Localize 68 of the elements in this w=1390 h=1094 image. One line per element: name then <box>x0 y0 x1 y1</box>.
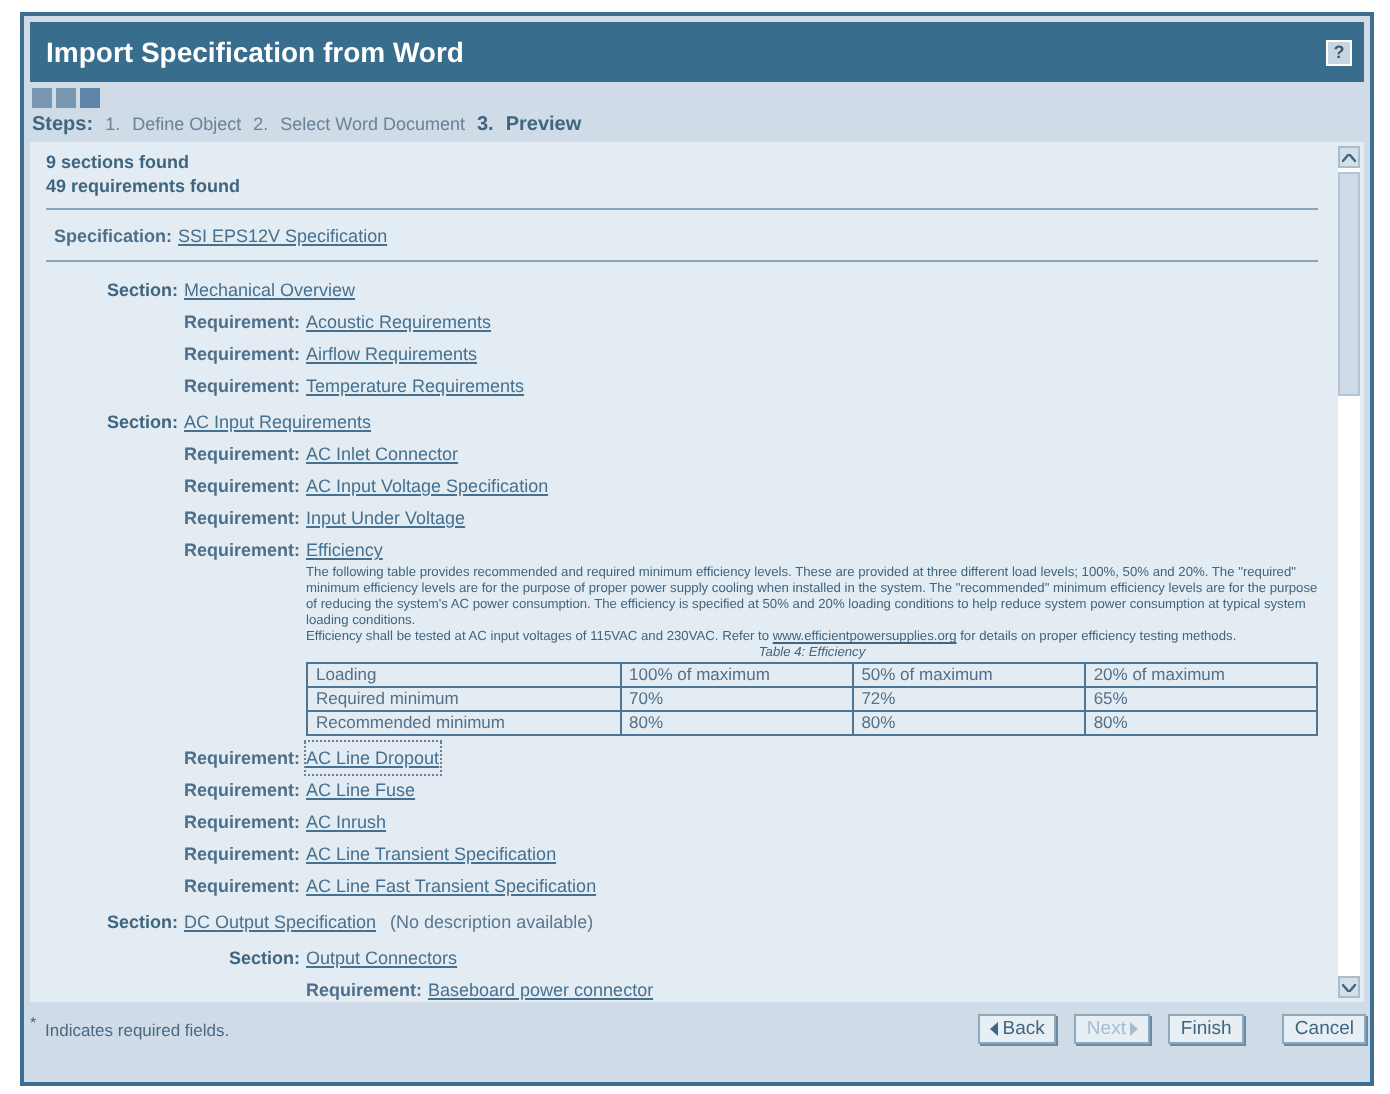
table-cell: Loading <box>307 663 621 687</box>
section-label: Section: <box>226 946 300 972</box>
requirement-label: Requirement: <box>181 778 300 804</box>
table-cell: 100% of maximum <box>620 663 853 687</box>
requirement-link[interactable]: Acoustic Requirements <box>306 306 492 338</box>
requirement-link[interactable]: AC Line Transient Specification <box>306 838 557 870</box>
window-title: Import Specification from Word <box>46 36 464 68</box>
requirement-link[interactable]: AC Line Fuse <box>306 774 416 806</box>
requirement-link[interactable]: Temperature Requirements <box>306 370 525 402</box>
requirement-label: Requirement: <box>181 842 300 868</box>
requirement-label: Requirement: <box>181 442 300 468</box>
section-link[interactable]: Mechanical Overview <box>184 274 356 306</box>
back-button[interactable]: Back <box>978 1014 1057 1044</box>
requirement-label: Requirement: <box>181 538 300 564</box>
requirement-label: Requirement: <box>181 310 300 336</box>
requirement-link[interactable]: AC Line Dropout <box>306 742 440 774</box>
scrollbar[interactable] <box>1338 146 1360 998</box>
right-arrow-icon <box>1129 1022 1138 1036</box>
requirement-label: Requirement: <box>181 810 300 836</box>
section-link[interactable]: Output Connectors <box>306 942 458 974</box>
scroll-thumb[interactable] <box>1338 172 1360 396</box>
requirement-label: Requirement: <box>303 978 422 1002</box>
requirement-label: Requirement: <box>181 374 300 400</box>
section-note: (No description available) <box>390 910 594 936</box>
requirement-link[interactable]: Airflow Requirements <box>306 338 478 370</box>
step-label: Preview <box>505 114 582 136</box>
section-link[interactable]: DC Output Specification <box>184 906 377 938</box>
table-cell: Required minimum <box>307 687 621 711</box>
requirement-link[interactable]: Baseboard power connector <box>428 974 654 1002</box>
summary-text: 49 requirements found <box>46 174 243 198</box>
table-cell: 50% of maximum <box>852 663 1085 687</box>
finish-button[interactable]: Finish <box>1168 1014 1245 1044</box>
requirement-link[interactable]: AC Inrush <box>306 806 387 838</box>
requirement-link[interactable]: AC Input Voltage Specification <box>306 470 549 502</box>
help-button[interactable]: ? <box>1326 39 1352 65</box>
requirement-label: Requirement: <box>181 474 300 500</box>
left-arrow-icon <box>990 1022 999 1036</box>
table-cell: 80% <box>620 711 853 735</box>
step-number: 3. <box>477 114 494 136</box>
section-link[interactable]: AC Input Requirements <box>184 406 372 438</box>
requirement-link[interactable]: AC Line Fast Transient Specification <box>306 870 597 902</box>
summary-text: 9 sections found <box>46 150 192 174</box>
step-label: Define Object <box>132 114 242 134</box>
requirement-link[interactable]: AC Inlet Connector <box>306 438 459 470</box>
steps-label: Steps: <box>32 114 94 136</box>
requirement-label: Requirement: <box>181 874 300 900</box>
cancel-button[interactable]: Cancel <box>1282 1014 1366 1044</box>
table-cell: 80% <box>852 711 1085 735</box>
section-label: Section: <box>104 410 178 436</box>
specification-link[interactable]: SSI EPS12V Specification <box>178 226 388 246</box>
requirement-label: Requirement: <box>181 746 300 772</box>
section-label: Section: <box>104 910 178 936</box>
table-cell: Recommended minimum <box>307 711 621 735</box>
step-number: 2. <box>253 114 269 134</box>
section-label: Section: <box>104 278 178 304</box>
table-cell: 72% <box>852 687 1085 711</box>
requirement-label: Requirement: <box>181 342 300 368</box>
step-number: 1. <box>105 114 121 134</box>
table-cell: 80% <box>1084 711 1317 735</box>
table-cell: 70% <box>620 687 853 711</box>
requirement-link[interactable]: Efficiency <box>306 534 383 566</box>
step-label: Select Word Document <box>280 114 465 134</box>
table-cell: 20% of maximum <box>1084 663 1317 687</box>
step-squares-icon <box>32 88 100 108</box>
specification-label: Specification: <box>54 226 173 246</box>
requirement-link[interactable]: Input Under Voltage <box>306 502 466 534</box>
table-cell: 65% <box>1084 687 1317 711</box>
requirement-label: Requirement: <box>181 506 300 532</box>
